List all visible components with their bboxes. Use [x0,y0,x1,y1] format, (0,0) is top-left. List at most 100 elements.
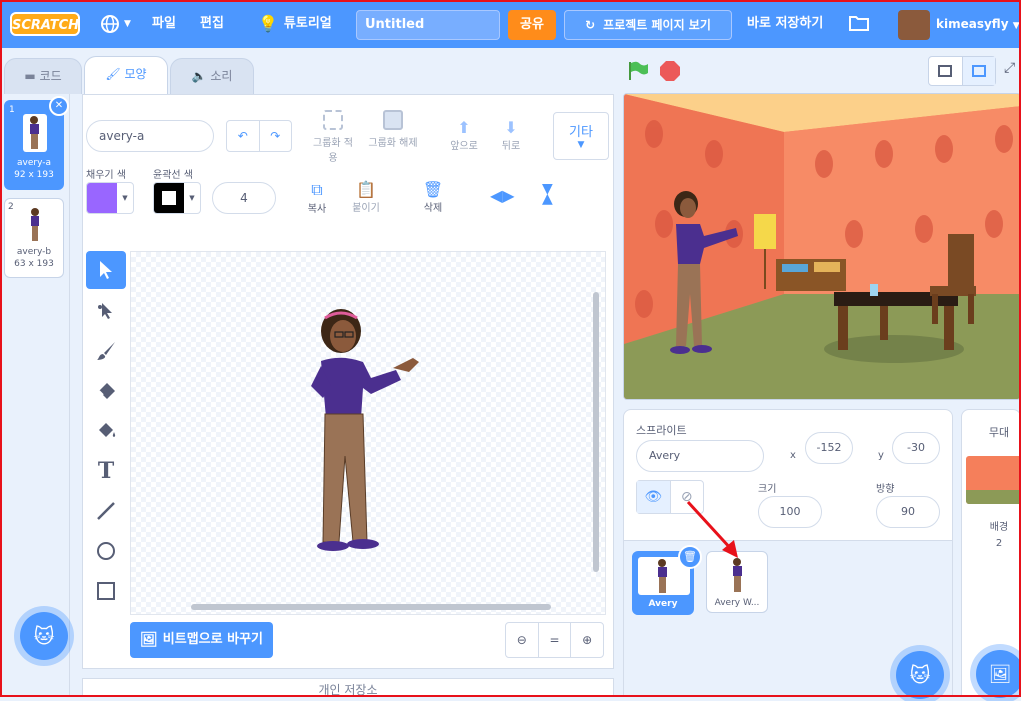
share-button[interactable]: 공유 [508,10,556,40]
stage[interactable] [623,93,1021,400]
see-project-page-button[interactable]: ↻ 프로젝트 페이지 보기 [564,10,732,40]
stage-size-toggle [928,56,996,86]
zoom-out-button[interactable]: ⊖ [506,623,539,657]
stage-title: 무대 [988,426,1010,439]
project-title-input[interactable]: Untitled [356,10,500,40]
forward-button[interactable]: ⬆ 앞으로 [445,118,483,152]
choose-sprite-button[interactable]: 🐱 [896,651,944,699]
select-tool[interactable] [86,251,126,289]
rectangle-icon [97,582,115,600]
paint-bucket-icon [99,423,116,437]
undo-button[interactable]: ↶ [227,121,260,151]
chevron-down-icon: ▼ [124,19,131,29]
costume-number: 1 [9,105,15,115]
large-stage-icon [971,65,986,77]
fill-tool[interactable] [86,412,126,450]
x-input[interactable]: -152 [805,432,853,464]
costume-card[interactable]: 2 avery-b 63 x 193 [4,198,64,278]
fullscreen-icon[interactable]: ⤢ [1004,60,1015,76]
redo-icon: ↷ [270,129,281,143]
x-label: x [790,450,796,461]
avatar[interactable] [898,10,930,40]
show-button[interactable]: 👁 [637,481,671,513]
backward-button[interactable]: ⬇ 뒤로 [492,118,530,152]
rectangle-tool[interactable] [86,572,126,610]
ungroup-button[interactable]: 그룹화 해제 [368,110,418,149]
flip-horizontal-icon[interactable]: ◀▶ [490,186,515,205]
more-label: 기타 [569,125,593,140]
choose-costume-button[interactable]: 🐱 [20,612,68,660]
username-menu[interactable]: kimeasyfly ▼ [936,0,1020,48]
text-tool[interactable]: T [86,452,126,490]
small-stage-button[interactable] [929,57,963,85]
size-input[interactable]: 100 [758,496,822,528]
costume-card[interactable]: 1 ✕ avery-a 92 x 193 [4,96,69,190]
delete-label: 삭제 [423,203,443,214]
direction-input[interactable]: 90 [876,496,940,528]
reshape-tool[interactable] [86,292,126,330]
eraser-tool[interactable] [86,372,126,410]
folder-icon[interactable] [848,14,870,35]
convert-bitmap-button[interactable]: 🖼 비트맵으로 바꾸기 [130,622,273,658]
circle-tool[interactable] [86,532,126,570]
outline-width-input[interactable]: 4 [212,182,276,214]
more-button[interactable]: 기타 ▼ [553,112,609,160]
sprite-name-input[interactable]: Avery [636,440,764,472]
redo-button[interactable]: ↷ [260,121,292,151]
group-label: 그룹화 적용 [313,138,353,164]
vertical-scrollbar[interactable] [593,292,599,572]
paint-canvas[interactable] [130,251,606,615]
delete-button[interactable]: 🗑 삭제 [416,180,450,214]
costume-name-input[interactable]: avery-a [86,120,214,152]
chevron-down-icon: ▼ [577,140,585,150]
stage-scene [624,94,1020,399]
tutorials-label: 튜토리얼 [283,16,332,31]
cat-icon: 🐱 [33,624,55,648]
zoom-reset-button[interactable]: = [539,623,572,657]
ungroup-label: 그룹화 해제 [368,138,418,149]
brush-tool[interactable] [86,332,126,370]
y-input[interactable]: -30 [892,432,940,464]
green-flag-icon[interactable] [627,60,649,85]
copy-button[interactable]: ⧉ 복사 [300,180,334,215]
paste-button[interactable]: 📋 붙이기 [346,180,386,214]
avery-costume [311,309,419,551]
group-button[interactable]: 그룹화 적용 [310,110,356,164]
tutorials-menu[interactable]: 💡 튜토리얼 [258,0,332,48]
see-project-page-label: 프로젝트 페이지 보기 [603,18,711,32]
costume-name: avery-a [16,158,51,168]
size-label: 크기 [758,484,777,495]
stage-selector[interactable]: 무대 배경 2 🖼 [961,409,1021,698]
backdrop-icon: 🖼 [988,663,1012,685]
line-tool[interactable] [86,492,126,530]
delete-costume-icon[interactable]: ✕ [49,96,69,116]
costume-name: avery-b [16,247,52,257]
choose-backdrop-button[interactable]: 🖼 [976,650,1021,698]
backpack-bar[interactable]: 개인 저장소 [82,678,614,697]
tab-costumes[interactable]: 🖌 모양 [84,56,168,94]
language-menu[interactable]: ▼ [100,0,131,48]
edit-menu[interactable]: 편집 [200,0,224,48]
stop-icon[interactable] [659,60,681,85]
fill-label: 채우기 색 [86,170,126,181]
tab-sounds[interactable]: 🔈 소리 [170,58,254,94]
zoom-in-button[interactable]: ⊕ [571,623,603,657]
horizontal-scrollbar[interactable] [191,604,551,610]
paste-icon: 📋 [356,180,376,199]
fill-color-picker[interactable]: ▼ [86,182,134,214]
y-label: y [878,450,884,461]
flip-vertical-icon[interactable]: ▼ ▲ [542,182,553,206]
tab-code[interactable]: ▬ 코드 [4,58,82,94]
zoom-controls: ⊖ = ⊕ [505,622,604,658]
paste-label: 붙이기 [352,203,380,214]
menu-bar: SCRATCH ▼ 파일 편집 💡 튜토리얼 Untitled 공유 ↻ 프로젝트 … [0,0,1021,48]
speaker-icon: 🔈 [191,69,211,83]
file-menu[interactable]: 파일 [152,0,176,48]
scratch-logo[interactable]: SCRATCH [10,12,80,36]
save-now-button[interactable]: 바로 저장하기 [747,0,823,48]
tab-costumes-label: 모양 [124,67,147,81]
sprite-label: 스프라이트 [636,424,687,437]
lightbulb-icon: 💡 [258,14,278,33]
outline-color-picker[interactable]: ▼ [153,182,201,214]
large-stage-button[interactable] [962,57,995,85]
